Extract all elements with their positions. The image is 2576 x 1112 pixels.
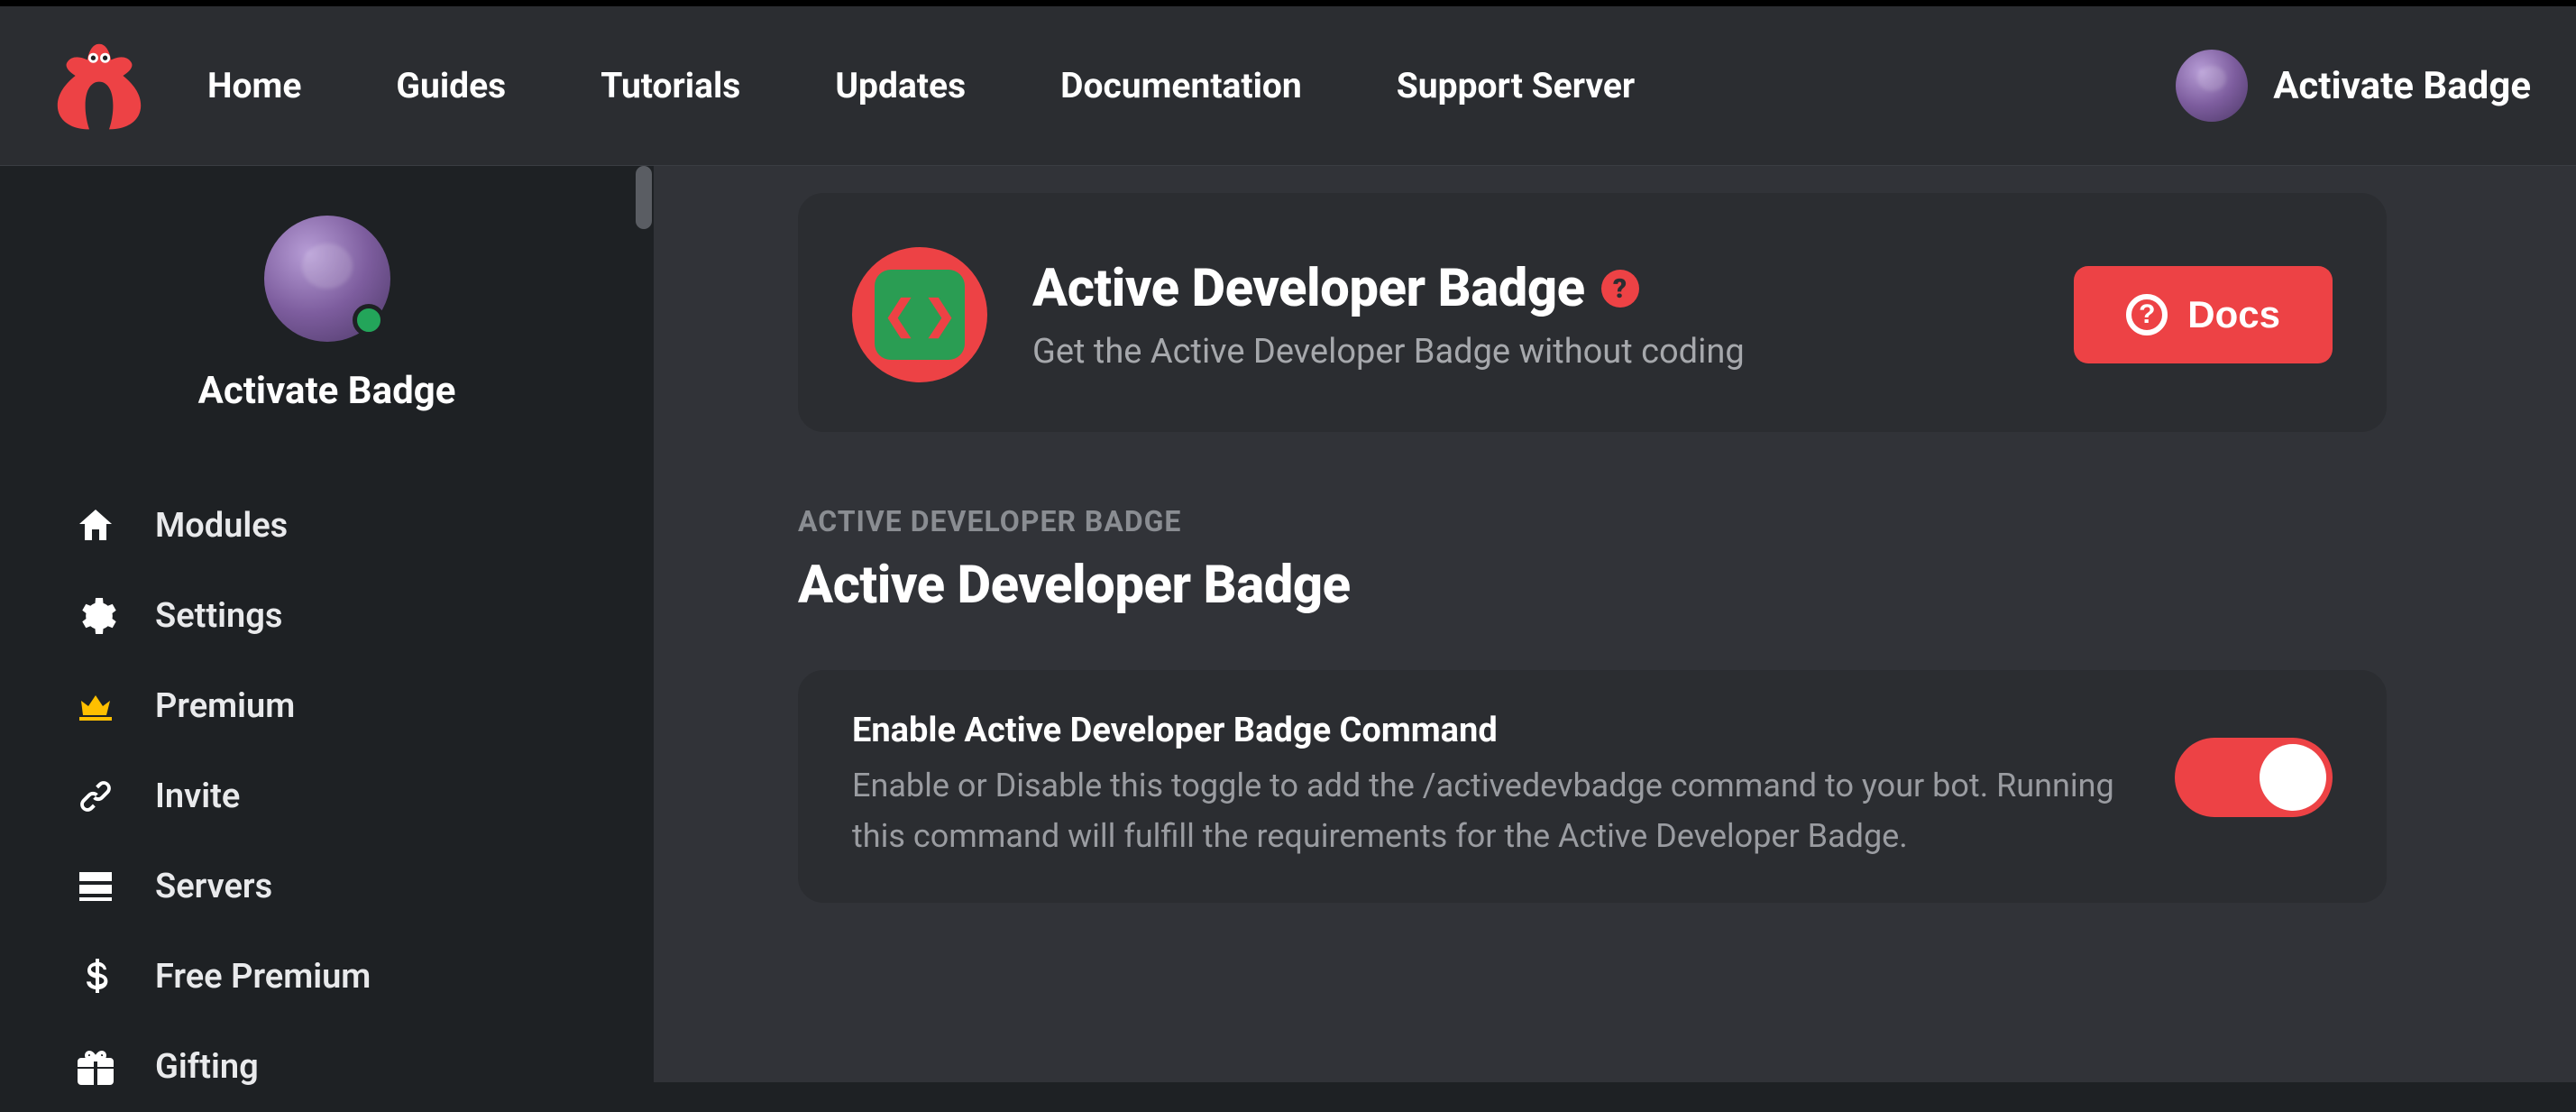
dollar-icon	[72, 953, 119, 1000]
gift-icon	[72, 1043, 119, 1090]
home-icon	[72, 502, 119, 549]
setting-description: Enable or Disable this toggle to add the…	[852, 761, 2139, 862]
sidebar-item-free-premium[interactable]: Free Premium	[72, 932, 654, 1022]
toggle-knob	[2260, 744, 2326, 811]
profile-name: Activate Badge	[198, 369, 456, 413]
help-icon[interactable]: ?	[1601, 270, 1639, 308]
module-badge-icon: ❮❯	[852, 247, 987, 382]
sidebar-item-label: Gifting	[155, 1047, 259, 1087]
nav-documentation[interactable]: Documentation	[1060, 65, 1302, 106]
nav-home[interactable]: Home	[207, 65, 301, 106]
sidebar-item-premium[interactable]: Premium	[72, 661, 654, 751]
link-icon	[72, 773, 119, 820]
nav-tutorials[interactable]: Tutorials	[600, 65, 740, 106]
header-user[interactable]: Activate Badge	[2176, 50, 2531, 122]
section-eyebrow: ACTIVE DEVELOPER BADGE	[798, 504, 2387, 538]
sidebar-scrollbar[interactable]	[636, 166, 652, 229]
nav-updates[interactable]: Updates	[835, 65, 966, 106]
sidebar-item-gifting[interactable]: Gifting	[72, 1022, 654, 1112]
setting-row: Enable Active Developer Badge Command En…	[798, 670, 2387, 903]
crown-icon	[72, 683, 119, 730]
docs-button[interactable]: ? Docs	[2074, 266, 2333, 363]
app-logo[interactable]	[45, 32, 153, 140]
module-title: Active Developer Badge	[1032, 258, 1585, 319]
sidebar-item-invite[interactable]: Invite	[72, 751, 654, 841]
profile-block: Activate Badge	[0, 216, 654, 413]
sidebar-item-label: Premium	[155, 686, 295, 726]
header-username: Activate Badge	[2273, 64, 2531, 108]
sidebar-item-servers[interactable]: Servers	[72, 841, 654, 932]
sidebar: Activate Badge Modules Settings Premium	[0, 166, 654, 1082]
sidebar-item-modules[interactable]: Modules	[72, 481, 654, 571]
top-nav: Home Guides Tutorials Updates Documentat…	[207, 65, 2176, 106]
nav-guides[interactable]: Guides	[396, 65, 506, 106]
sidebar-item-label: Settings	[155, 596, 282, 636]
sidebar-item-label: Free Premium	[155, 957, 371, 997]
enable-command-toggle[interactable]	[2175, 738, 2333, 817]
server-icon	[72, 863, 119, 910]
sidebar-item-label: Servers	[155, 867, 272, 906]
gear-icon	[72, 593, 119, 639]
nav-support-server[interactable]: Support Server	[1397, 65, 1635, 106]
section-title: Active Developer Badge	[798, 555, 2387, 616]
sidebar-item-label: Invite	[155, 777, 240, 816]
header: Home Guides Tutorials Updates Documentat…	[0, 6, 2576, 166]
docs-button-label: Docs	[2187, 293, 2280, 336]
online-status-icon	[353, 304, 385, 336]
sidebar-item-label: Modules	[155, 506, 288, 546]
module-header-card: ❮❯ Active Developer Badge ? Get the Acti…	[798, 193, 2387, 432]
sidebar-item-settings[interactable]: Settings	[72, 571, 654, 661]
setting-title: Enable Active Developer Badge Command	[852, 711, 2139, 750]
main-content: ❮❯ Active Developer Badge ? Get the Acti…	[654, 166, 2576, 1082]
user-avatar-icon	[2176, 50, 2248, 122]
question-circle-icon: ?	[2126, 294, 2168, 335]
module-subtitle: Get the Active Developer Badge without c…	[1032, 332, 2029, 372]
